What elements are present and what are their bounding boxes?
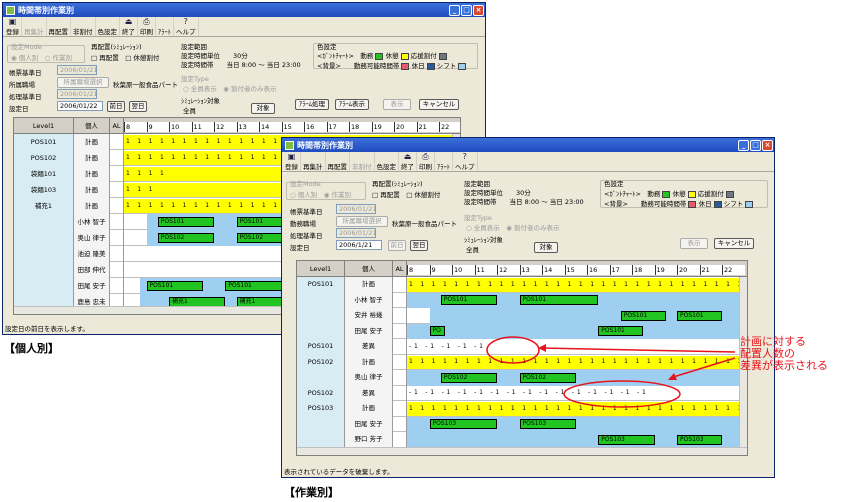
annotation-text: 計画に対する 配置人数の 差異が表示される — [740, 336, 828, 372]
annotation-circle-2 — [563, 380, 681, 408]
annotation-arrow-1 — [540, 347, 736, 353]
annotation-overlay — [486, 336, 736, 408]
annotation-line-3: 差異が表示される — [740, 359, 828, 372]
annotation-arrow-2 — [669, 357, 736, 379]
annotation-circle-1 — [486, 336, 540, 364]
